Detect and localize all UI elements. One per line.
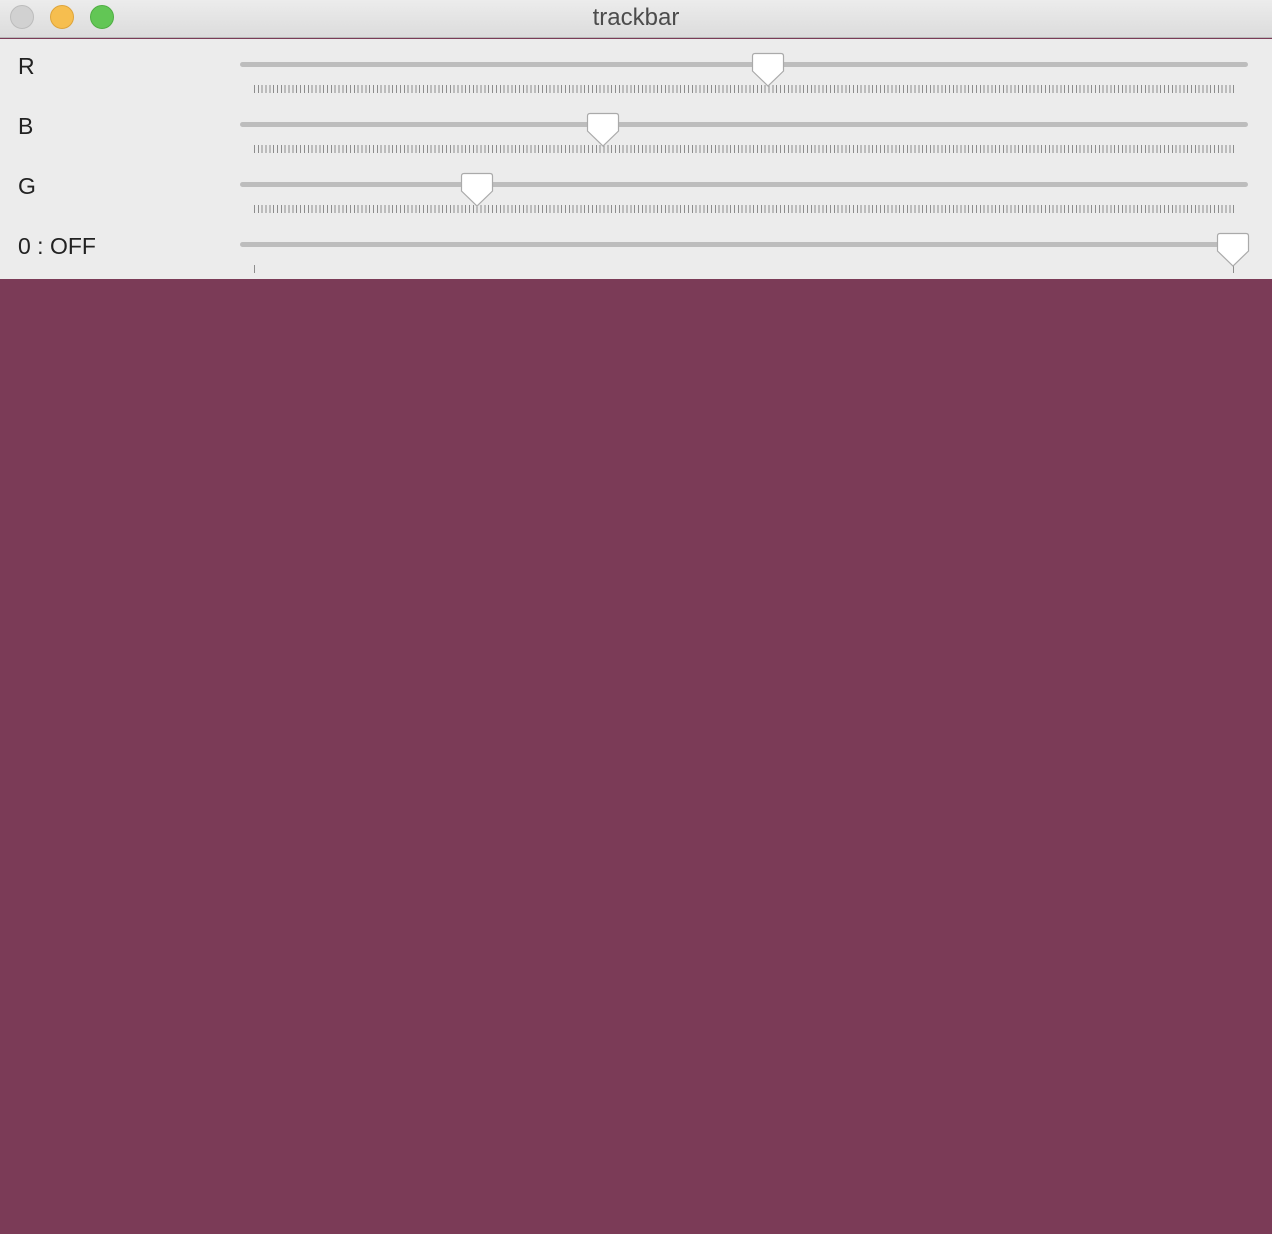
trackbar-label-switch: 0 : OFF <box>18 233 96 259</box>
trackbar-row-switch: 0 : OFF <box>0 219 1272 279</box>
trackbar-ticks-g <box>254 205 1234 213</box>
app-window: trackbar R B G 0 : OFF <box>0 0 1272 1234</box>
trackbar-track-g[interactable] <box>240 182 1248 187</box>
title-bar: trackbar <box>0 0 1272 38</box>
trackbar-ticks-b <box>254 145 1234 153</box>
trackbar-knob-b[interactable] <box>586 112 620 148</box>
trackbar-knob-switch[interactable] <box>1216 232 1250 268</box>
trackbar-row-g: G <box>0 159 1272 219</box>
trackbar-label-b: B <box>18 113 34 139</box>
trackbar-row-b: B <box>0 99 1272 159</box>
trackbar-track-b[interactable] <box>240 122 1248 127</box>
trackbar-label-r: R <box>18 53 35 79</box>
trackbar-track-r[interactable] <box>240 62 1248 67</box>
trackbar-track-switch[interactable] <box>240 242 1248 247</box>
trackbar-knob-r[interactable] <box>751 52 785 88</box>
color-preview-canvas <box>0 279 1272 1234</box>
trackbar-ticks-r <box>254 85 1234 93</box>
trackbar-knob-g[interactable] <box>460 172 494 208</box>
trackbar-panel: R B G 0 : OFF <box>0 39 1272 279</box>
window-title: trackbar <box>592 4 680 31</box>
trackbar-label-g: G <box>18 173 36 199</box>
trackbar-row-r: R <box>0 39 1272 99</box>
trackbar-ticks-switch <box>254 265 1234 273</box>
